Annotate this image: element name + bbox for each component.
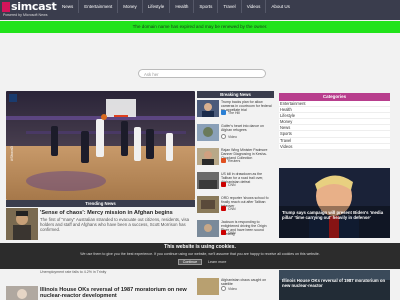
breaking-item[interactable]: US kill in drawdown as the Taliban for a…	[197, 172, 274, 190]
source-name: CNN	[228, 182, 236, 187]
basketball-photo	[6, 91, 195, 200]
trending-title[interactable]: Illinois House OKs reversal of 1987 mora…	[40, 287, 195, 299]
breaking-text: Golfer's heart into dance on Afghan refu…	[221, 124, 264, 132]
nav-entertainment[interactable]: Entertainment	[78, 0, 117, 13]
breaking-thumbnail	[197, 196, 219, 213]
breaking-item[interactable]: Afghanistan chaos caught on satellite Vi…	[197, 278, 274, 296]
feature-photo[interactable]	[279, 168, 390, 238]
nav-lifestyle[interactable]: Lifestyle	[141, 0, 170, 13]
search-placeholder: Ask her	[144, 71, 159, 77]
nav-news[interactable]: News	[57, 0, 78, 13]
team-logo-icon	[9, 94, 17, 102]
source-name: CNN	[228, 206, 236, 211]
cnn-logo-icon	[221, 206, 226, 211]
cookie-learn-more-link[interactable]: Learn more	[208, 260, 226, 264]
breaking-text: Afghanistan chaos caught on satellite	[221, 278, 267, 286]
breaking-item[interactable]: Golfer's heart into dance on Afghan refu…	[197, 124, 274, 142]
trending-partial: Unemployment rate falls to 4.2% in Trini…	[40, 270, 107, 274]
trending-news-header: Trending News	[6, 200, 195, 207]
hero-side-text: #Shoot3	[9, 146, 14, 161]
breaking-item[interactable]: Rajan Wing Minister Padmore Danner Diagn…	[197, 148, 274, 166]
breaking-source: CNN	[221, 182, 236, 187]
nav-travel[interactable]: Travel	[217, 0, 240, 13]
hero-image[interactable]: #Shoot3	[6, 91, 195, 200]
breaking-thumbnail	[197, 220, 219, 237]
breaking-thumbnail	[197, 100, 219, 117]
categories-header: Categories	[279, 93, 390, 101]
breaking-item[interactable]: Jackson is responding to enlightened dri…	[197, 220, 274, 238]
breaking-thumbnail	[197, 124, 219, 141]
cookie-banner: This website is using cookies. We use th…	[0, 243, 400, 269]
cookie-continue-button[interactable]: Continue	[178, 259, 202, 265]
breaking-thumbnail	[197, 278, 219, 295]
logo-tagline: Powered by Microsoft News	[3, 13, 48, 17]
breaking-source: Video	[221, 286, 237, 291]
source-logo-icon	[221, 110, 226, 115]
nav-about-us[interactable]: About Us	[265, 0, 295, 13]
site-logo[interactable]: simcast Powered by Microsoft News	[1, 0, 57, 20]
search-input[interactable]: Ask her	[138, 69, 266, 78]
nav-health[interactable]: Health	[169, 0, 193, 13]
feature-caption-2[interactable]: Illinois House OKs reversal of 1987 mora…	[282, 278, 388, 289]
categories-list: Entertainment Health Lifestyle Money New…	[279, 101, 390, 150]
breaking-news-header: Breaking News	[197, 91, 274, 98]
breaking-item[interactable]: Trump backs plan for allow cameras in co…	[197, 100, 274, 118]
source-name: CNN	[228, 230, 236, 235]
source-name: Video	[228, 286, 237, 291]
trending-item[interactable]: 'Sense of chaos': Mercy mission in Afgha…	[6, 208, 195, 242]
trending-thumbnail	[6, 208, 38, 240]
source-name: Video	[228, 134, 237, 139]
breaking-source: The Hill	[221, 110, 240, 115]
source-logo-icon	[221, 158, 226, 163]
trending-title[interactable]: 'Sense of chaos': Mercy mission in Afgha…	[40, 210, 195, 216]
cnn-logo-icon	[221, 230, 226, 235]
cookie-title: This website is using cookies.	[164, 244, 236, 250]
breaking-source: Video	[221, 134, 237, 139]
breaking-source: CNN	[221, 206, 236, 211]
logo-mark-icon	[2, 2, 10, 12]
source-name: Reuters	[228, 158, 241, 163]
nav-videos[interactable]: Videos	[240, 0, 266, 13]
nav-sports[interactable]: Sports	[193, 0, 217, 13]
breaking-source: Reuters	[221, 158, 240, 163]
trending-desc: The first of "many" Australian stranded …	[40, 217, 189, 233]
top-navbar: simcast Powered by Microsoft News News E…	[0, 0, 400, 20]
nav-money[interactable]: Money	[117, 0, 142, 13]
category-videos[interactable]: Videos	[279, 144, 390, 150]
feature-caption[interactable]: Trump says campaign will present Biden's…	[282, 210, 388, 221]
cnn-logo-icon	[221, 182, 226, 187]
source-name: The Hill	[228, 110, 240, 115]
play-icon	[221, 286, 226, 291]
trending-thumbnail	[6, 286, 38, 300]
breaking-source: CNN	[221, 230, 236, 235]
breaking-thumbnail	[197, 148, 219, 165]
trending-item[interactable]: Illinois House OKs reversal of 1987 mora…	[6, 286, 195, 300]
logo-text: simcast	[11, 0, 57, 13]
play-icon	[221, 134, 226, 139]
domain-expired-notice: The domain name has expired and may be r…	[0, 21, 400, 33]
main-nav: News Entertainment Money Lifestyle Healt…	[57, 0, 295, 13]
breaking-thumbnail	[197, 172, 219, 189]
cookie-text: We use them to give you the best experie…	[80, 252, 320, 256]
breaking-item[interactable]: ORD reporter 'shows school fo finally re…	[197, 196, 274, 214]
